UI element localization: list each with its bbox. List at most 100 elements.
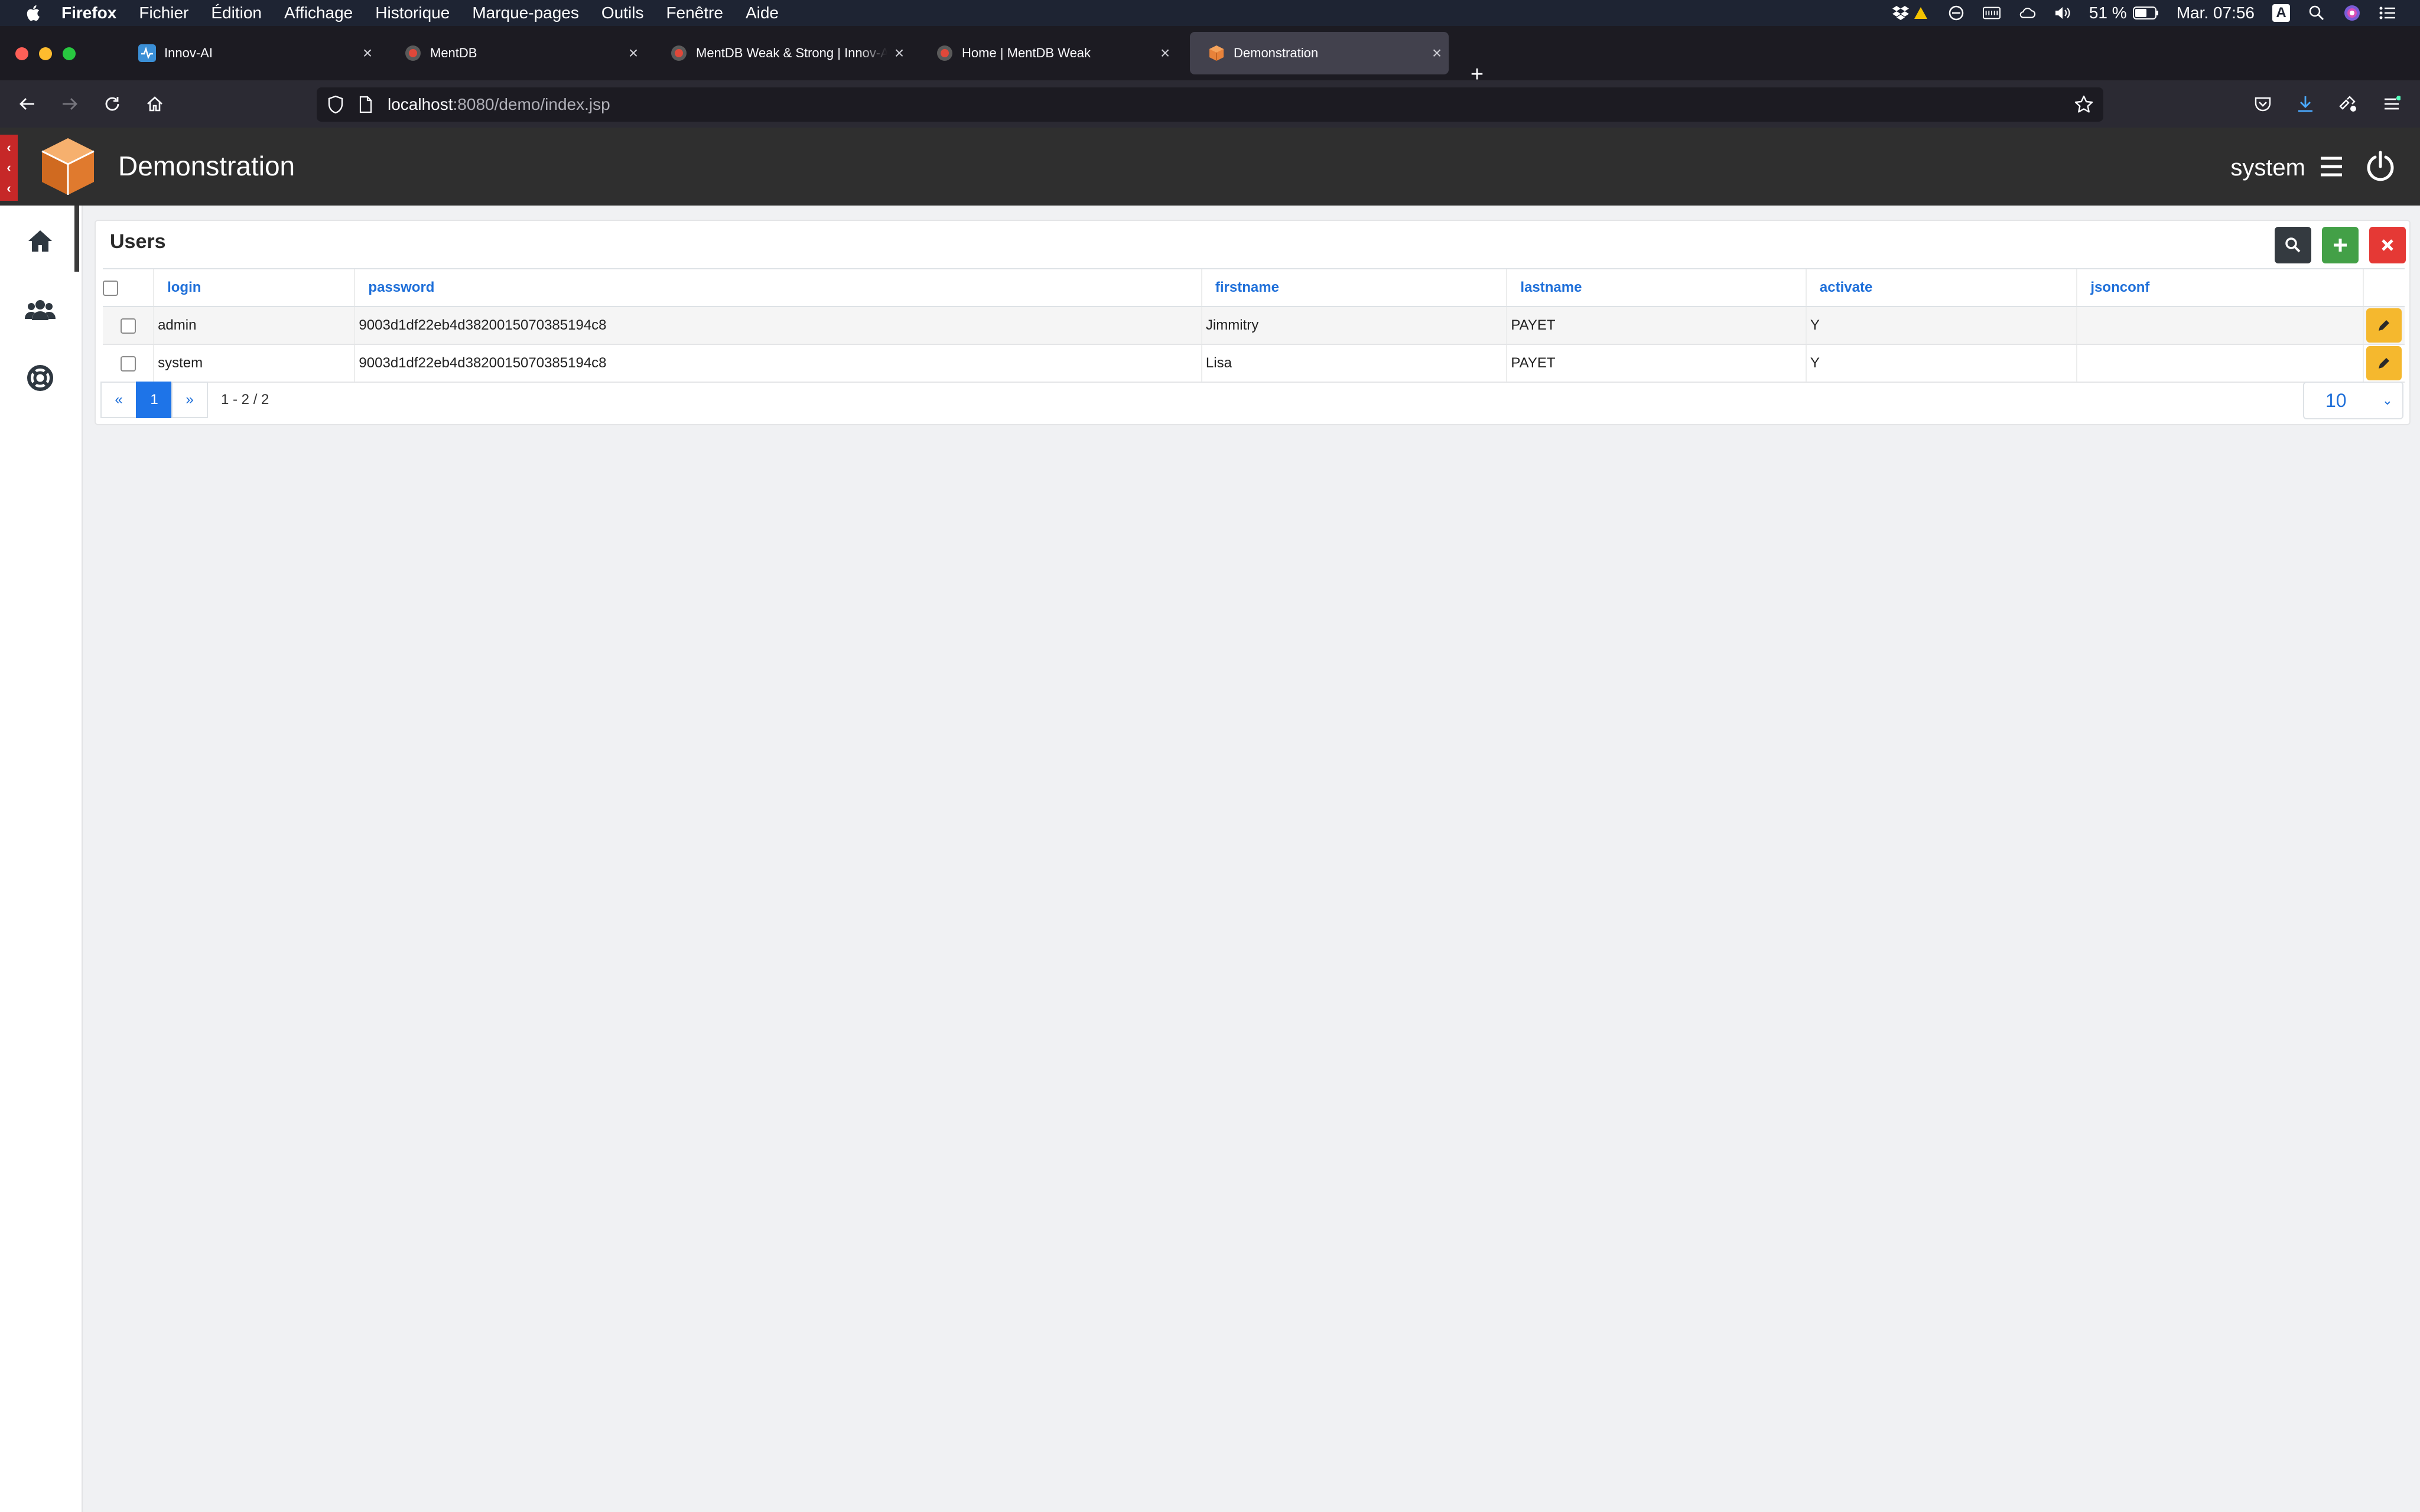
cell-lastname: PAYET xyxy=(1506,344,1806,383)
siri-icon[interactable] xyxy=(2343,4,2361,22)
row-checkbox[interactable] xyxy=(120,318,136,334)
tab-close-button[interactable]: × xyxy=(887,44,911,63)
edit-button[interactable] xyxy=(2366,308,2402,343)
cell-activate: Y xyxy=(1805,307,2077,345)
add-button[interactable] xyxy=(2322,227,2359,263)
menu-aide[interactable]: Aide xyxy=(746,4,779,22)
back-button[interactable] xyxy=(14,91,40,117)
tab-close-button[interactable]: × xyxy=(622,44,645,63)
pagination-next-button[interactable]: » xyxy=(171,382,208,418)
url-text[interactable]: localhost:8080/demo/index.jsp xyxy=(388,95,610,114)
mentdb-icon xyxy=(937,45,952,61)
select-all-cell xyxy=(103,268,154,307)
bookmark-star-icon[interactable] xyxy=(2073,93,2095,116)
delete-button[interactable] xyxy=(2369,227,2406,263)
column-header-firstname[interactable]: firstname xyxy=(1201,268,1507,307)
row-checkbox[interactable] xyxy=(120,356,136,372)
tab-home-mentdb-weak[interactable]: Home | MentDB Weak × xyxy=(918,32,1177,74)
tab-label: Innov-AI xyxy=(164,45,213,60)
column-header-password[interactable]: password xyxy=(354,268,1202,307)
chevron-down-icon: ⌄ xyxy=(2382,393,2393,408)
page-size-select[interactable]: 10 ⌄ xyxy=(2303,382,2403,419)
tab-mentdb-weak-strong[interactable]: MentDB Weak & Strong | Innov-AI × xyxy=(652,32,911,74)
table-row[interactable]: admin 9003d1df22eb4d3820015070385194c8 J… xyxy=(103,307,2405,345)
menu-affichage[interactable]: Affichage xyxy=(284,4,353,22)
actions-header xyxy=(2362,268,2405,307)
column-header-jsonconf[interactable]: jsonconf xyxy=(2076,268,2363,307)
card-title: Users xyxy=(110,230,166,253)
search-button[interactable] xyxy=(2275,227,2311,263)
pocket-icon[interactable] xyxy=(2250,91,2276,117)
tab-close-button[interactable]: × xyxy=(1153,44,1177,63)
app-title: Demonstration xyxy=(118,151,295,181)
focus-icon[interactable] xyxy=(1947,4,1965,22)
cube-logo-icon[interactable] xyxy=(39,136,97,197)
page-size-value: 10 xyxy=(2325,389,2347,411)
menu-edition[interactable]: Édition xyxy=(211,4,262,22)
sidebar-home-icon[interactable] xyxy=(21,222,59,260)
tab-demonstration[interactable]: Demonstration × xyxy=(1190,32,1449,74)
column-header-login[interactable]: login xyxy=(153,268,355,307)
forward-button[interactable] xyxy=(57,91,83,117)
volume-icon[interactable] xyxy=(2054,4,2071,22)
battery-percent: 51 % xyxy=(2089,4,2127,22)
pagination: « 1 » 1 - 2 / 2 xyxy=(100,382,269,418)
menu-historique[interactable]: Historique xyxy=(375,4,450,22)
table-row[interactable]: system 9003d1df22eb4d3820015070385194c8 … xyxy=(103,344,2405,383)
menu-firefox[interactable]: Firefox xyxy=(61,4,116,22)
pagination-info: 1 - 2 / 2 xyxy=(221,392,269,408)
chevron-left-icon: ‹ xyxy=(6,180,11,195)
tab-close-button[interactable]: × xyxy=(356,44,379,63)
hamburger-menu-icon[interactable] xyxy=(2318,154,2344,180)
tab-label: MentDB xyxy=(430,45,477,60)
tab-mentdb[interactable]: MentDB × xyxy=(386,32,645,74)
menu-fichier[interactable]: Fichier xyxy=(139,4,188,22)
firefox-tab-strip: Innov-AI × MentDB × MentDB Weak & Strong… xyxy=(0,26,2420,86)
control-center-icon[interactable] xyxy=(2379,4,2396,22)
column-header-activate[interactable]: activate xyxy=(1805,268,2077,307)
tab-innov-ai[interactable]: Innov-AI × xyxy=(121,32,379,74)
vpn-cloud-icon[interactable] xyxy=(2018,4,2036,22)
cell-firstname: Lisa xyxy=(1201,344,1507,383)
input-source-icon[interactable]: A xyxy=(2272,4,2290,22)
extensions-icon[interactable] xyxy=(2335,91,2361,117)
home-button[interactable] xyxy=(142,91,168,117)
downloads-icon[interactable] xyxy=(2292,91,2318,117)
url-bar[interactable]: localhost:8080/demo/index.jsp xyxy=(317,87,2103,122)
clock[interactable]: Mar. 07:56 xyxy=(2177,4,2255,22)
keyboard-icon[interactable] xyxy=(1982,4,2001,22)
battery-icon[interactable] xyxy=(2132,4,2159,22)
plus-icon xyxy=(2334,239,2347,252)
active-indicator xyxy=(74,206,79,272)
menu-fenetre[interactable]: Fenêtre xyxy=(666,4,723,22)
app-menu-icon[interactable] xyxy=(2379,91,2405,117)
cell-password: 9003d1df22eb4d3820015070385194c8 xyxy=(354,307,1202,345)
column-header-lastname[interactable]: lastname xyxy=(1506,268,1806,307)
page-info-icon[interactable] xyxy=(357,94,375,115)
sidebar-support-lifebuoy-icon[interactable] xyxy=(21,359,59,397)
current-user[interactable]: system xyxy=(2230,155,2305,181)
close-window-button[interactable] xyxy=(15,47,28,60)
spotlight-search-icon[interactable] xyxy=(2308,4,2325,22)
tab-close-button[interactable]: × xyxy=(1425,44,1449,63)
dropbox-icon[interactable] xyxy=(1892,4,1910,22)
tab-label: MentDB Weak & Strong | Innov-AI xyxy=(696,45,887,60)
apple-logo-icon[interactable] xyxy=(24,3,44,23)
zoom-window-button[interactable] xyxy=(63,47,76,60)
menu-marque-pages[interactable]: Marque-pages xyxy=(472,4,579,22)
sidebar-toggle-button[interactable]: ‹ ‹ ‹ xyxy=(0,135,18,201)
mentdb-icon xyxy=(671,45,687,61)
table-header-row: login password firstname lastname activa… xyxy=(103,268,2405,307)
minimize-window-button[interactable] xyxy=(39,47,52,60)
select-all-checkbox[interactable] xyxy=(103,280,118,296)
reload-button[interactable] xyxy=(99,91,125,117)
edit-button[interactable] xyxy=(2366,346,2402,380)
power-logout-icon[interactable] xyxy=(2364,150,2396,182)
tracking-protection-shield-icon[interactable] xyxy=(325,94,346,115)
sidebar-users-icon[interactable] xyxy=(21,291,59,328)
pagination-prev-button[interactable]: « xyxy=(100,382,137,418)
menu-outils[interactable]: Outils xyxy=(601,4,644,22)
search-icon xyxy=(2285,237,2301,253)
pagination-page-1[interactable]: 1 xyxy=(136,382,173,418)
row-actions-cell xyxy=(2362,307,2405,345)
